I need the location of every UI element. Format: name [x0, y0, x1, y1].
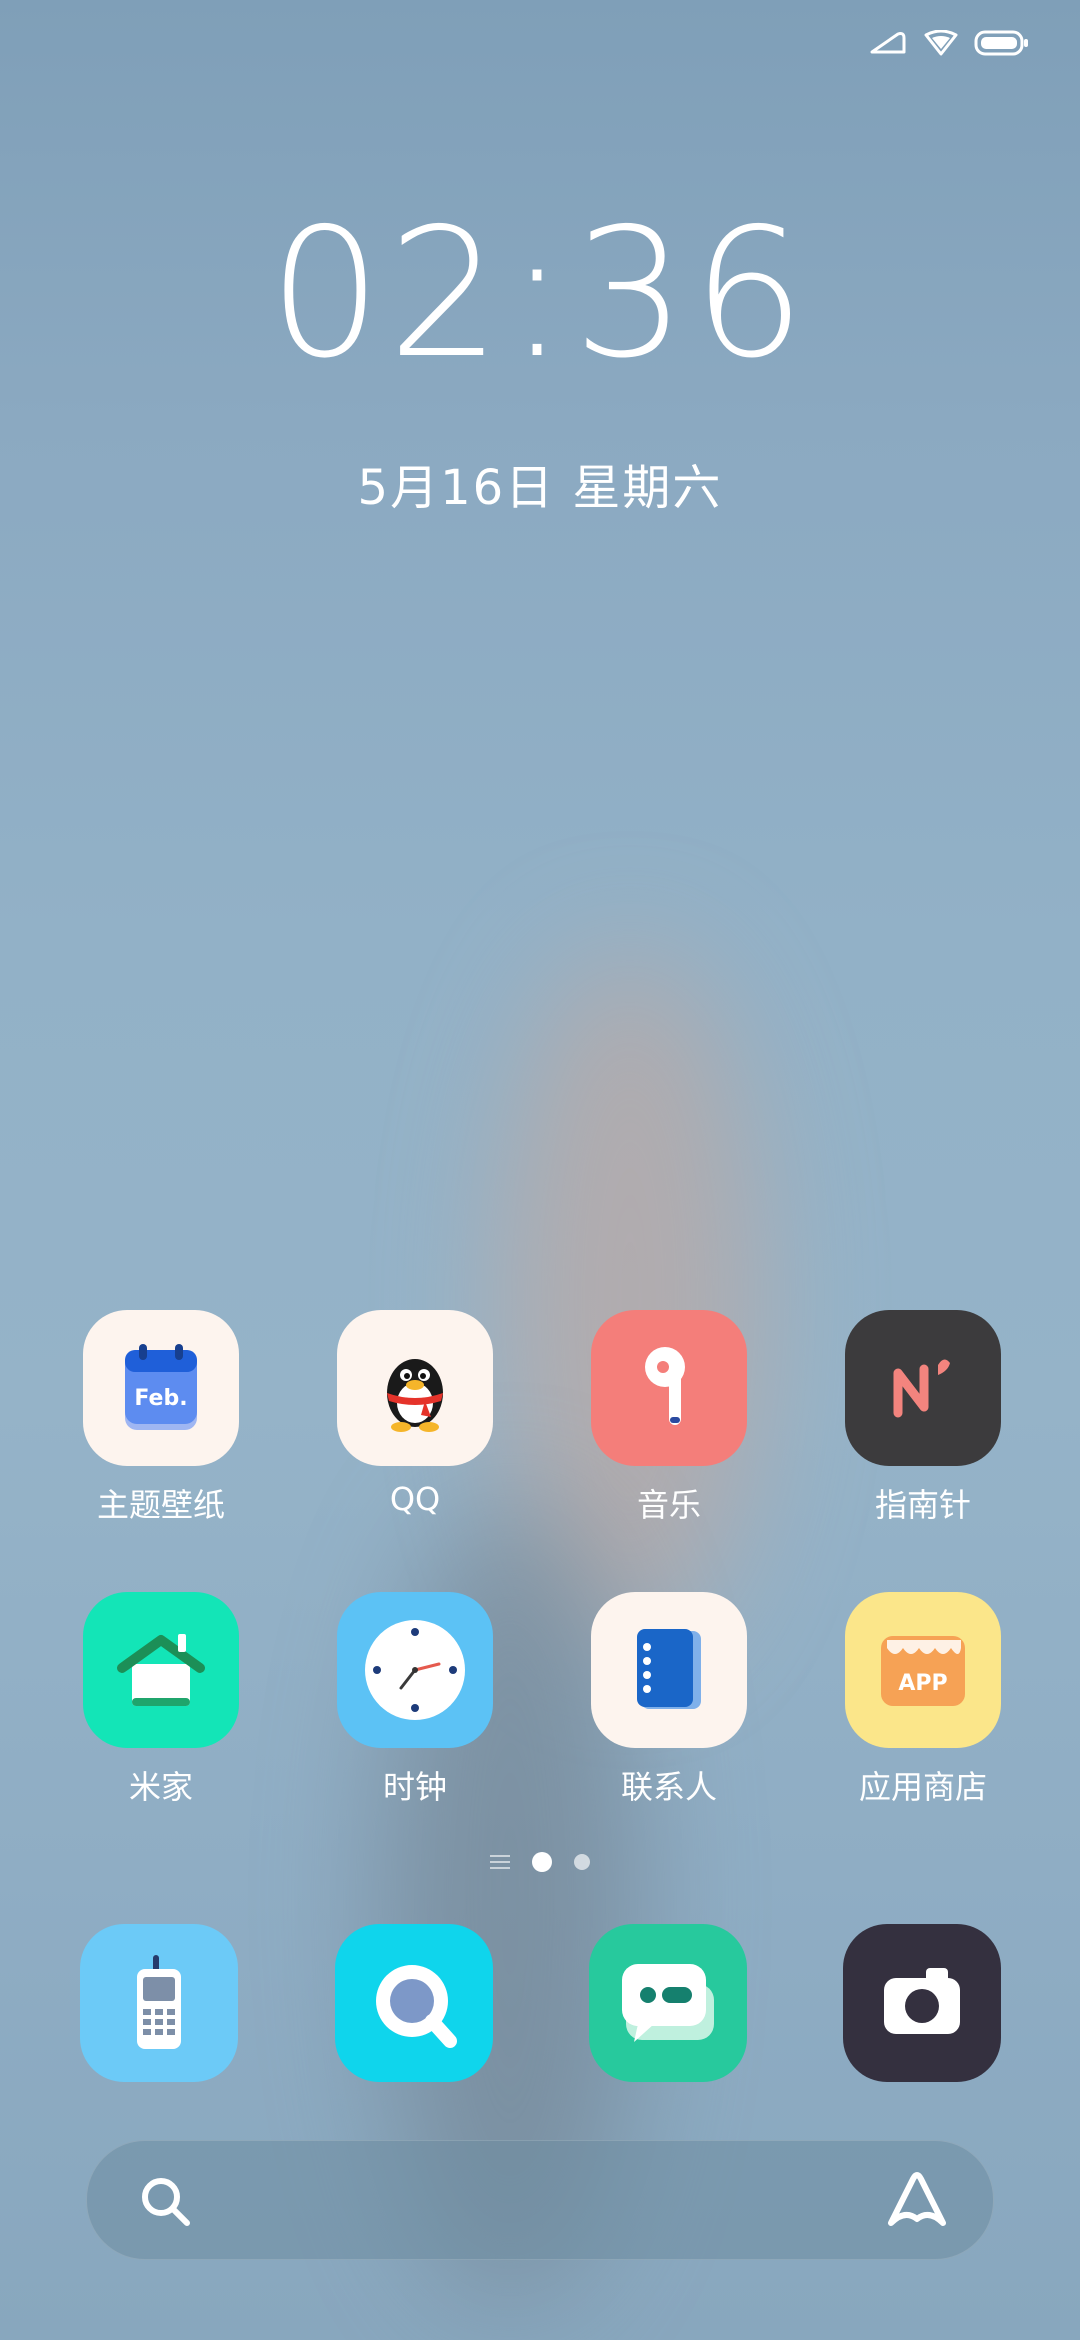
- page-dot-active[interactable]: [532, 1852, 552, 1872]
- app-label: 音乐: [636, 1486, 701, 1524]
- dock-camera[interactable]: [837, 1924, 1007, 2082]
- wifi-icon: [924, 30, 958, 56]
- app-drawer-indicator-icon[interactable]: [490, 1855, 510, 1869]
- app-label: 应用商店: [858, 1768, 987, 1806]
- search-bar[interactable]: [86, 2140, 994, 2260]
- theme-icon-text: Feb.: [134, 1386, 187, 1411]
- qq-penguin-icon: [337, 1310, 493, 1466]
- camera-icon: [843, 1924, 1001, 2082]
- browser-icon: [335, 1924, 493, 2082]
- page-dot[interactable]: [574, 1854, 590, 1870]
- app-label: 主题壁纸: [96, 1486, 225, 1524]
- dock-messages[interactable]: [583, 1924, 753, 2082]
- messages-icon: [589, 1924, 747, 2082]
- app-clock[interactable]: 时钟: [330, 1592, 500, 1808]
- contacts-icon: [591, 1592, 747, 1748]
- compass-icon: [845, 1310, 1001, 1466]
- app-qq[interactable]: QQ: [330, 1310, 500, 1518]
- app-contacts[interactable]: 联系人: [584, 1592, 754, 1808]
- page-indicator[interactable]: [0, 1852, 1080, 1872]
- app-music[interactable]: 音乐: [584, 1310, 754, 1526]
- appstore-icon-text: APP: [898, 1671, 947, 1696]
- app-compass[interactable]: 指南针: [838, 1310, 1008, 1526]
- app-theme-wallpaper[interactable]: Feb. 主题壁纸: [76, 1310, 246, 1526]
- home-screen: 02:36 5月16日 星期六 Feb. 主题壁纸 QQ 音乐 指南针 米家 时…: [0, 0, 1080, 2340]
- app-label: 米家: [128, 1768, 193, 1806]
- app-label: 时钟: [382, 1768, 447, 1806]
- dock-phone[interactable]: [74, 1924, 244, 2082]
- app-store-icon: APP: [845, 1592, 1001, 1748]
- music-earbud-icon: [591, 1310, 747, 1466]
- status-bar: [868, 30, 1030, 56]
- app-label: 指南针: [874, 1486, 971, 1524]
- assistant-icon[interactable]: [885, 2169, 949, 2235]
- battery-icon: [974, 30, 1030, 56]
- mi-home-icon: [83, 1592, 239, 1748]
- app-mihome[interactable]: 米家: [76, 1592, 246, 1808]
- app-label: QQ: [389, 1480, 441, 1518]
- lock-clock: 02:36: [268, 190, 812, 397]
- app-label: 联系人: [620, 1768, 717, 1806]
- lock-date: 5月16日 星期六: [357, 460, 723, 516]
- theme-wallpaper-icon: Feb.: [83, 1310, 239, 1466]
- dock-browser[interactable]: [329, 1924, 499, 2082]
- app-appstore[interactable]: APP 应用商店: [838, 1592, 1008, 1808]
- clock-icon: [337, 1592, 493, 1748]
- phone-icon: [80, 1924, 238, 2082]
- search-icon[interactable]: [137, 2173, 193, 2233]
- signal-icon: [868, 30, 908, 56]
